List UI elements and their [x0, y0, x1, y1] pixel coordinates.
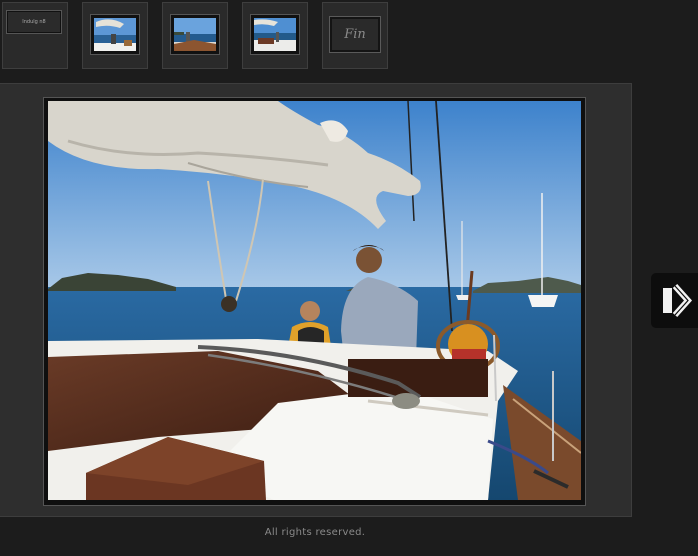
- thumbnail-intro[interactable]: Indulg n8: [2, 2, 68, 69]
- next-slide-button[interactable]: [651, 273, 698, 328]
- photo-frame: [43, 97, 586, 506]
- thumbnail-fin-label: Fin: [329, 16, 381, 53]
- slideshow-stage: [0, 83, 632, 517]
- chevron-right-icon: [663, 283, 693, 318]
- thumbnail-intro-label: Indulg n8: [6, 10, 62, 34]
- thumbnail-fin[interactable]: Fin: [322, 2, 388, 69]
- thumbnail-photo-3[interactable]: [242, 2, 308, 69]
- thumbnail-photo-2[interactable]: [162, 2, 228, 69]
- thumbnail-image: [174, 18, 216, 51]
- thumbnail-strip: Indulg n8 Fin: [0, 0, 698, 72]
- footer-copyright: All rights reserved.: [264, 527, 366, 538]
- thumbnail-frame: [250, 14, 300, 55]
- thumbnail-image: [94, 18, 136, 51]
- thumbnail-frame: [90, 14, 140, 55]
- main-photo: [48, 101, 581, 500]
- thumbnail-frame: [170, 14, 220, 55]
- thumbnail-photo-1[interactable]: [82, 2, 148, 69]
- thumbnail-image: [254, 18, 296, 51]
